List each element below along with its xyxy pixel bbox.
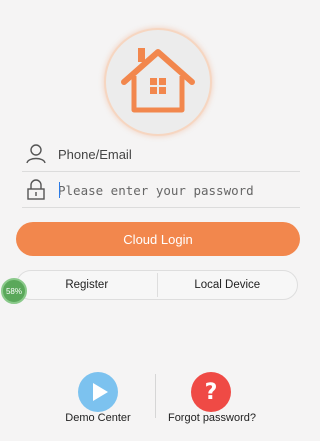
app-logo bbox=[104, 28, 212, 136]
text-cursor bbox=[59, 182, 60, 198]
login-options-segment: Register Local Device bbox=[16, 270, 298, 300]
password-input[interactable] bbox=[58, 178, 298, 202]
play-icon bbox=[93, 383, 108, 401]
progress-badge: 58% bbox=[1, 278, 27, 304]
demo-center-label[interactable]: Demo Center bbox=[58, 412, 138, 424]
phone-email-input[interactable] bbox=[58, 142, 298, 166]
lock-icon bbox=[27, 179, 45, 200]
demo-center-button[interactable] bbox=[78, 372, 118, 412]
field-divider bbox=[22, 207, 300, 208]
bottom-divider bbox=[155, 374, 156, 418]
house-logo-icon bbox=[121, 48, 195, 113]
question-mark-icon: ? bbox=[204, 379, 218, 405]
user-icon bbox=[26, 144, 46, 164]
forgot-password-label[interactable]: Forgot password? bbox=[157, 412, 267, 424]
cloud-login-button[interactable]: Cloud Login bbox=[16, 222, 300, 256]
phone-email-field[interactable] bbox=[22, 136, 300, 172]
forgot-password-button[interactable]: ? bbox=[191, 372, 231, 412]
local-device-button[interactable]: Local Device bbox=[158, 271, 298, 299]
password-field[interactable] bbox=[22, 172, 300, 208]
register-button[interactable]: Register bbox=[17, 271, 157, 299]
